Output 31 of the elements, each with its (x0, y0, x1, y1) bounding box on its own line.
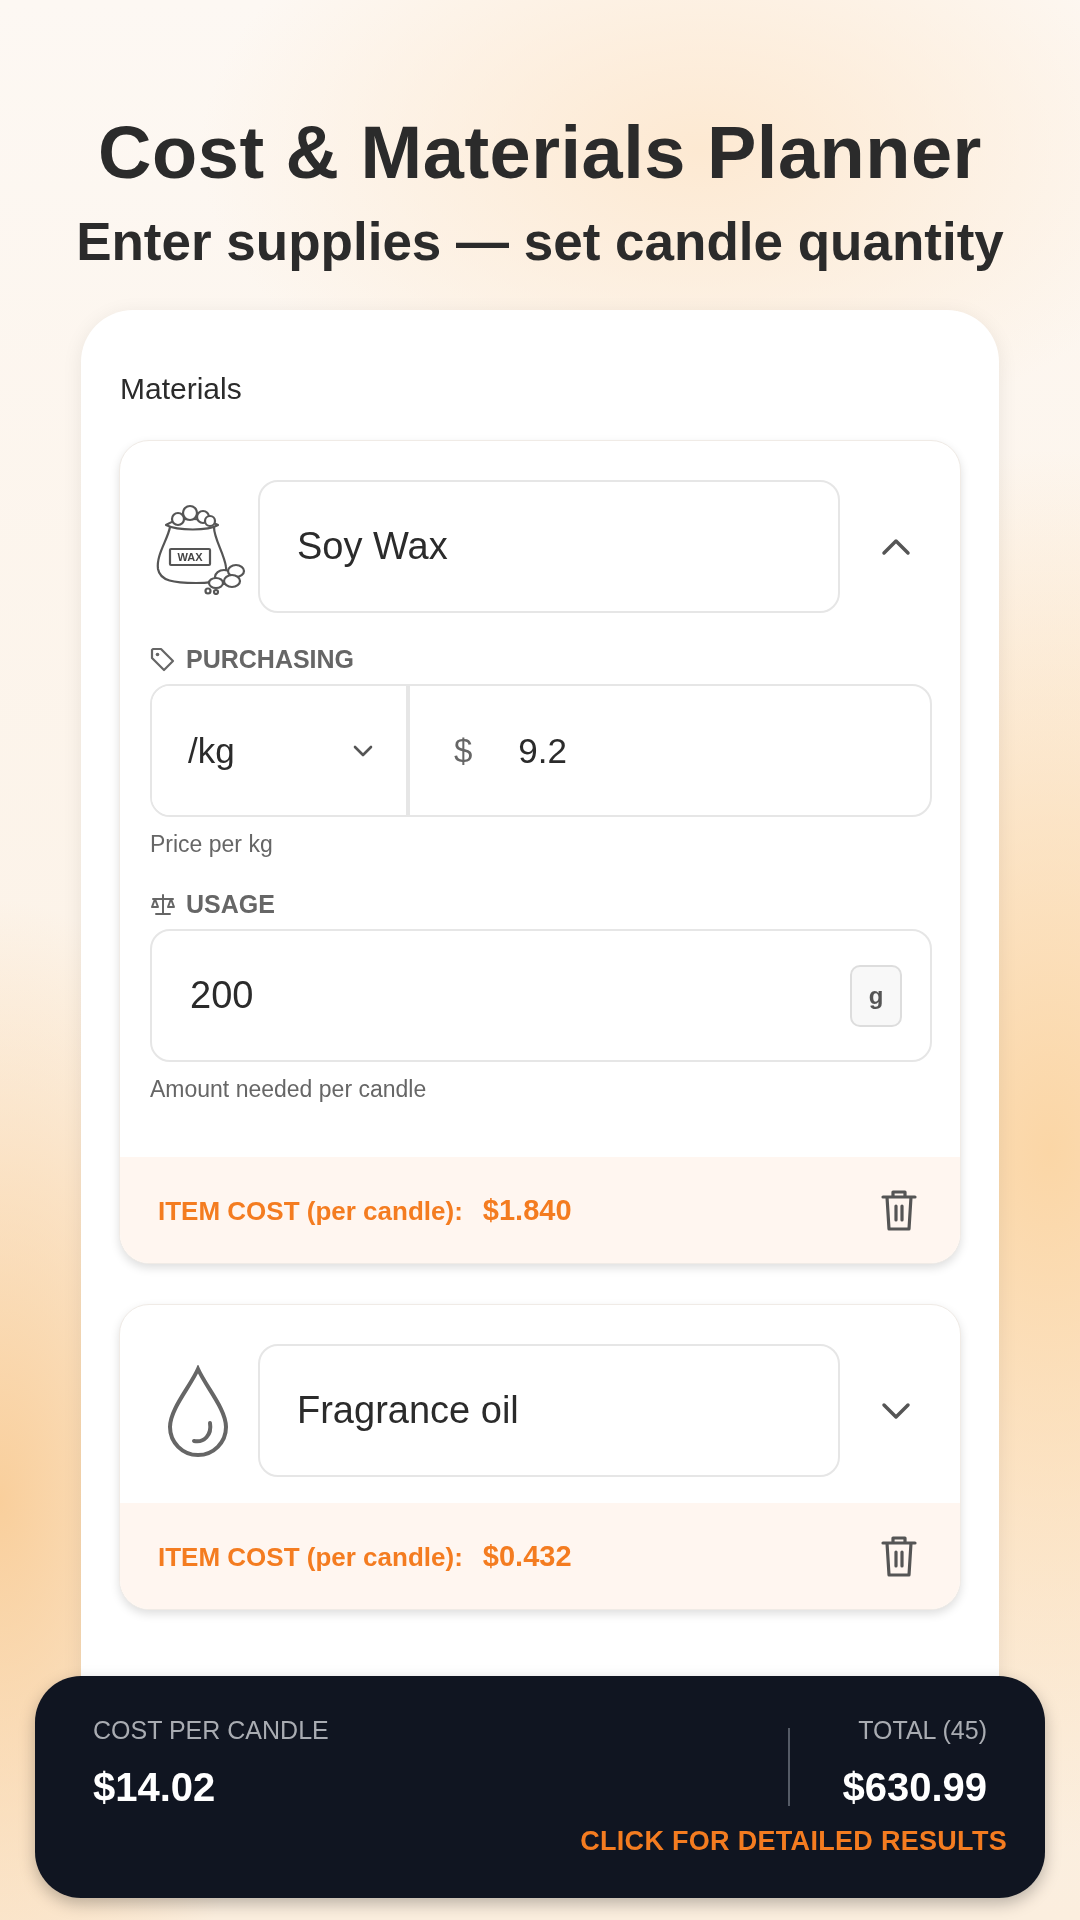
page-title: Cost & Materials Planner (98, 110, 982, 195)
delete-button[interactable] (880, 1534, 918, 1578)
scale-icon (150, 892, 176, 917)
details-link[interactable]: CLICK FOR DETAILED RESULTS (580, 1826, 1007, 1857)
cost-label: ITEM COST (per candle): (158, 1195, 463, 1227)
field-hint: Price per kg (150, 831, 274, 858)
cost-value: $1.840 (482, 1193, 572, 1227)
trash-icon (880, 1534, 918, 1578)
cost-value: $0.432 (482, 1539, 572, 1573)
cost-label: ITEM COST (per candle): (158, 1541, 463, 1573)
drop-icon (166, 1364, 230, 1457)
unit-button[interactable]: g (850, 964, 902, 1027)
summary-value: $630.99 (842, 1765, 987, 1810)
results-summary-bar[interactable]: COST PER CANDLE $14.02 TOTAL (45) $630.99 CLICK FOR DETAILED RESULTS (35, 1676, 1045, 1898)
trash-icon (880, 1188, 918, 1232)
usage-value: 200 (190, 974, 254, 1017)
delete-button[interactable] (880, 1188, 918, 1232)
page-subtitle: Enter supplies — set candle quantity (76, 211, 1004, 272)
usage-field[interactable]: 200 g (150, 929, 932, 1062)
summary-label: COST PER CANDLE (93, 1716, 330, 1745)
section-label: USAGE (186, 890, 275, 919)
summary-label: TOTAL (45) (858, 1716, 987, 1745)
chevron-down-icon (881, 1401, 911, 1420)
material-name-field[interactable]: Soy Wax (258, 480, 840, 613)
section-label: PURCHASING (186, 645, 355, 674)
field-hint: Amount needed per candle (150, 1076, 428, 1103)
summary-value: $14.02 (93, 1765, 217, 1810)
section-title: Materials (120, 372, 243, 406)
tag-icon (150, 646, 176, 673)
material-name-field[interactable]: Fragrance oil (258, 1344, 840, 1477)
chevron-up-icon (881, 537, 911, 556)
